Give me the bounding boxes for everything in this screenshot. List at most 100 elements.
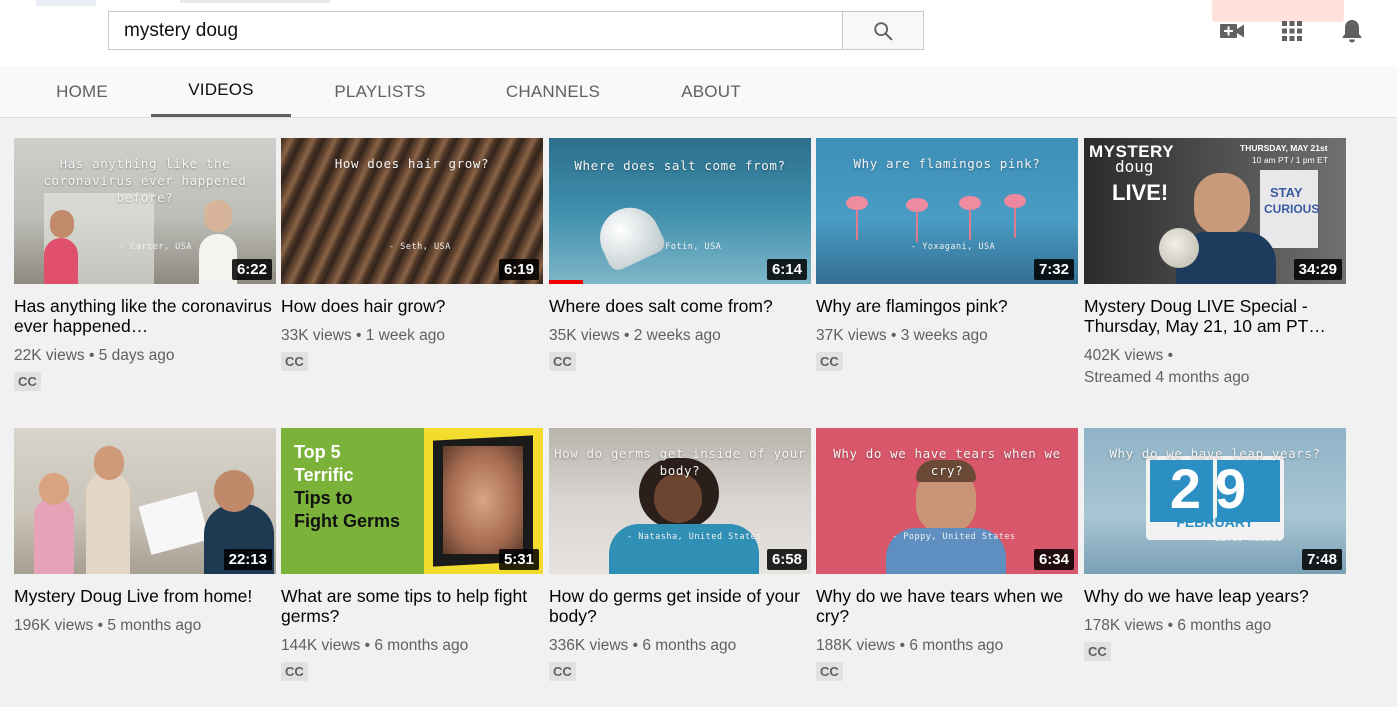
upload-age: 6 months ago [1177,617,1272,634]
thumbnail-sign-1: STAY [1270,185,1303,200]
cc-badge: CC [1084,642,1111,661]
duration-badge: 6:22 [231,259,272,280]
video-thumbnail[interactable]: Has anything like the coronavirus ever h… [14,138,276,284]
create-video-button[interactable] [1217,16,1247,46]
view-count: 37K views [816,327,887,344]
video-title[interactable]: Mystery Doug LIVE Special - Thursday, Ma… [1084,296,1346,336]
video-thumbnail[interactable]: How does hair grow? - Seth, USA 6:19 [281,138,543,284]
video-item[interactable]: Why do we have tears when we cry? - Popp… [816,428,1078,681]
thumbnail-sign-2: CURIOUS [1264,202,1320,216]
thumbnail-credit: - Sire, Hawaii [1204,534,1283,544]
video-title[interactable]: How does hair grow? [281,296,543,316]
video-title[interactable]: Mystery Doug Live from home! [14,586,276,606]
thumbnail-text: Has anything like the coronavirus ever h… [43,156,247,205]
thumbnail-text: Why do we have leap years? [1109,446,1321,461]
duration-badge: 6:58 [766,549,807,570]
video-thumbnail[interactable]: Top 5 Terrific Tips to Fight Germs 5:31 [281,428,543,574]
apps-button[interactable] [1277,16,1307,46]
thumbnail-credit: - Seth, USA [389,242,451,252]
video-thumbnail[interactable]: MYSTERY doug LIVE! THURSDAY, MAY 21st 10… [1084,138,1346,284]
tab-videos[interactable]: VIDEOS [151,66,291,117]
video-item[interactable]: 22:13 Mystery Doug Live from home! 196K … [14,428,276,637]
cc-badge: CC [549,662,576,681]
video-title[interactable]: Where does salt come from? [549,296,811,316]
video-thumbnail[interactable]: Why do we have tears when we cry? - Popp… [816,428,1078,574]
thumbnail-live-text: LIVE! [1112,180,1169,205]
video-thumbnail[interactable]: Where does salt come from? - Fotin, USA … [549,138,811,284]
upload-age: 5 days ago [98,347,175,364]
masthead [0,0,1397,66]
tab-playlists[interactable]: PLAYLISTS [315,66,445,117]
upload-age: 3 weeks ago [900,327,988,344]
cc-badge: CC [14,372,41,391]
video-camera-plus-icon [1220,24,1244,38]
view-count: 188K views [816,637,896,654]
search-icon [874,21,893,40]
video-thumbnail[interactable]: 29 FEBRUARY Why do we have leap years? -… [1084,428,1346,574]
notifications-button[interactable] [1337,16,1367,46]
video-title[interactable]: What are some tips to help fight germs? [281,586,543,626]
video-item[interactable]: Why are flamingos pink? - Yoxagani, USA … [816,138,1078,371]
video-meta: 37K views • 3 weeks ago [816,327,988,344]
video-meta: 196K views • 5 months ago [14,617,202,634]
video-thumbnail[interactable]: 22:13 [14,428,276,574]
video-title[interactable]: Why are flamingos pink? [816,296,1078,316]
video-item[interactable]: MYSTERY doug LIVE! THURSDAY, MAY 21st 10… [1084,138,1346,389]
tab-channels[interactable]: CHANNELS [485,66,621,117]
search-bar [108,11,924,50]
video-item[interactable]: How does hair grow? - Seth, USA 6:19 How… [281,138,543,371]
video-meta: 35K views • 2 weeks ago [549,327,721,344]
view-count: 196K views [14,617,94,634]
video-item[interactable]: Top 5 Terrific Tips to Fight Germs 5:31 … [281,428,543,681]
thumbnail-text: Why do we have tears when we cry? [833,446,1061,478]
video-title[interactable]: Has anything like the coronavirus ever h… [14,296,276,336]
upload-age: 2 weeks ago [633,327,721,344]
video-meta: 22K views • 5 days ago [14,347,175,364]
duration-badge: 22:13 [223,549,272,570]
cc-badge: CC [549,352,576,371]
upload-age: 1 week ago [365,327,445,344]
view-count: 144K views [281,637,361,654]
video-meta: 144K views • 6 months ago [281,637,469,654]
duration-badge: 6:34 [1033,549,1074,570]
cc-badge: CC [281,662,308,681]
channel-tabs: HOME VIDEOS PLAYLISTS CHANNELS ABOUT [0,66,1397,118]
video-meta: 336K views • 6 months ago [549,637,737,654]
logo-text-fragment [180,0,330,3]
view-count: 22K views [14,347,85,364]
duration-badge: 7:48 [1301,549,1342,570]
thumbnail-date: THURSDAY, MAY 21st [1240,143,1328,153]
thumbnail-text: How does hair grow? [334,156,490,171]
video-meta: 178K views • 6 months ago [1084,617,1272,634]
tab-about[interactable]: ABOUT [660,66,762,117]
video-title[interactable]: Why do we have tears when we cry? [816,586,1078,626]
video-thumbnail[interactable]: Why are flamingos pink? - Yoxagani, USA … [816,138,1078,284]
calendar-day: 29 [1169,457,1261,520]
view-count: 35K views [549,327,620,344]
apps-grid-icon [1282,21,1302,41]
video-item[interactable]: 29 FEBRUARY Why do we have leap years? -… [1084,428,1346,661]
video-title[interactable]: How do germs get inside of your body? [549,586,811,626]
thumbnail-credit: - Poppy, United States [892,532,1016,542]
tab-home[interactable]: HOME [30,66,134,117]
thumbnail-credit: - Carter, USA [119,242,193,252]
upload-age: 6 months ago [909,637,1004,654]
video-item[interactable]: Where does salt come from? - Fotin, USA … [549,138,811,371]
video-title[interactable]: Why do we have leap years? [1084,586,1346,606]
thumbnail-text: Where does salt come from? [574,158,786,173]
view-count: 336K views [549,637,629,654]
duration-badge: 6:19 [498,259,539,280]
thumbnail-line: Fight Germs [294,511,401,531]
channel-logo-fragment[interactable] [36,0,96,6]
thumbnail-line: Tips to [294,488,353,508]
thumbnail-line: Terrific [294,465,354,485]
thumbnail-text: How do germs get inside of your body? [554,446,806,478]
search-input[interactable] [108,11,842,50]
video-thumbnail[interactable]: How do germs get inside of your body? - … [549,428,811,574]
cc-badge: CC [816,662,843,681]
view-count: 178K views [1084,617,1164,634]
video-item[interactable]: How do germs get inside of your body? - … [549,428,811,681]
search-button[interactable] [842,11,924,50]
video-item[interactable]: Has anything like the coronavirus ever h… [14,138,276,391]
thumbnail-time: 10 am PT / 1 pm ET [1252,155,1328,165]
